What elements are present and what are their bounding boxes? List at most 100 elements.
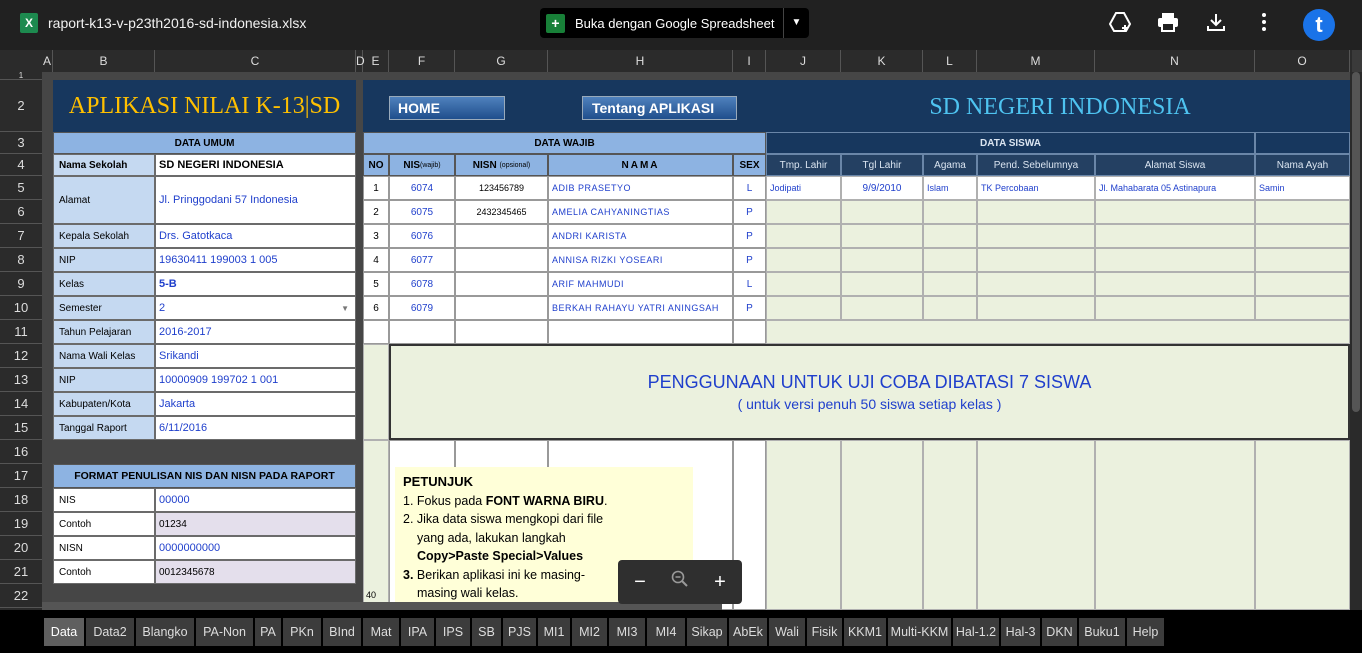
about-app-button[interactable]: Tentang APLIKASI <box>582 96 737 120</box>
sheet-tab[interactable]: DKN <box>1042 618 1077 646</box>
student-sex-cell[interactable]: P <box>733 224 766 248</box>
student-no-cell[interactable]: 2 <box>363 200 389 224</box>
sheet-tab[interactable]: AbEk <box>729 618 767 646</box>
student-sex-cell[interactable]: P <box>733 296 766 320</box>
row-header[interactable]: 11 <box>0 320 42 344</box>
col-header[interactable]: G <box>455 50 548 72</box>
school-name-value[interactable]: SD NEGERI INDONESIA <box>155 154 356 176</box>
student-agama-cell[interactable] <box>923 296 977 320</box>
student-pend-cell[interactable] <box>977 296 1095 320</box>
home-button[interactable]: HOME <box>389 96 505 120</box>
sheet-tab[interactable]: Mat <box>363 618 399 646</box>
row-header[interactable]: 5 <box>0 176 42 200</box>
homeroom-teacher-value[interactable]: Srikandi <box>155 344 356 368</box>
empty-cell[interactable] <box>363 320 389 344</box>
empty-cell[interactable] <box>733 320 766 344</box>
student-tgl-cell[interactable] <box>841 248 923 272</box>
sheet-tab[interactable]: MI3 <box>609 618 645 646</box>
row-header[interactable]: 3 <box>0 132 42 154</box>
address-value[interactable]: Jl. Pringgodani 57 Indonesia <box>155 176 356 224</box>
student-agama-cell[interactable] <box>923 248 977 272</box>
col-header[interactable]: D <box>356 50 365 72</box>
student-nis-cell[interactable]: 6078 <box>389 272 455 296</box>
col-header[interactable]: A <box>42 50 53 72</box>
student-sex-cell[interactable]: P <box>733 200 766 224</box>
student-nama-cell[interactable]: ANDRI KARISTA <box>548 224 733 248</box>
row-header[interactable]: 4 <box>0 154 42 176</box>
student-pend-cell[interactable]: TK Percobaan <box>977 176 1095 200</box>
principal-nip-value[interactable]: 19630411 199003 1 005 <box>155 248 356 272</box>
zoom-reset-icon[interactable] <box>668 570 692 594</box>
student-ayah-cell[interactable] <box>1255 224 1350 248</box>
sheet-tab[interactable]: Wali <box>769 618 805 646</box>
row-header[interactable]: 13 <box>0 368 42 392</box>
empty-green-row[interactable] <box>766 320 1350 344</box>
student-no-cell[interactable]: 4 <box>363 248 389 272</box>
student-alamat-cell[interactable] <box>1095 224 1255 248</box>
sheet-tab[interactable]: KKM1 <box>844 618 886 646</box>
student-tmp-cell[interactable] <box>766 272 841 296</box>
vertical-scrollbar[interactable] <box>1350 72 1362 610</box>
semester-select[interactable]: 2 ▼ <box>155 296 356 320</box>
student-alamat-cell[interactable]: Jl. Mahabarata 05 Astinapura <box>1095 176 1255 200</box>
student-nama-cell[interactable]: ADIB PRASETYO <box>548 176 733 200</box>
student-nis-cell[interactable]: 6074 <box>389 176 455 200</box>
student-tmp-cell[interactable] <box>766 296 841 320</box>
student-pend-cell[interactable] <box>977 272 1095 296</box>
row-header[interactable]: 8 <box>0 248 42 272</box>
student-pend-cell[interactable] <box>977 224 1095 248</box>
sheet-tab[interactable]: Buku1 <box>1079 618 1125 646</box>
student-nisn-cell[interactable] <box>455 296 548 320</box>
scrollbar-thumb[interactable] <box>1352 72 1360 412</box>
row-header[interactable]: 6 <box>0 200 42 224</box>
city-value[interactable]: Jakarta <box>155 392 356 416</box>
student-nisn-cell[interactable] <box>455 248 548 272</box>
sheet-tab[interactable]: SB <box>472 618 501 646</box>
empty-col[interactable] <box>1095 440 1255 610</box>
student-tgl-cell[interactable] <box>841 296 923 320</box>
row-header[interactable]: 18 <box>0 488 42 512</box>
download-icon[interactable] <box>1204 12 1228 36</box>
student-nis-cell[interactable]: 6075 <box>389 200 455 224</box>
student-sex-cell[interactable]: P <box>733 248 766 272</box>
sheet-tab[interactable]: MI2 <box>572 618 607 646</box>
zoom-out-button[interactable]: − <box>628 570 652 594</box>
teacher-nip-value[interactable]: 10000909 199702 1 001 <box>155 368 356 392</box>
sheet-tab[interactable]: Help <box>1127 618 1164 646</box>
row-header[interactable]: 20 <box>0 536 42 560</box>
empty-cell[interactable] <box>548 320 733 344</box>
student-ayah-cell[interactable] <box>1255 200 1350 224</box>
principal-value[interactable]: Drs. Gatotkaca <box>155 224 356 248</box>
col-header[interactable]: E <box>363 50 389 72</box>
row-header[interactable]: 10 <box>0 296 42 320</box>
student-nama-cell[interactable]: BERKAH RAHAYU YATRI ANINGSAH <box>548 296 733 320</box>
row-header[interactable]: 19 <box>0 512 42 536</box>
student-tgl-cell[interactable] <box>841 224 923 248</box>
sheet-tab[interactable]: PKn <box>283 618 321 646</box>
col-header[interactable]: H <box>548 50 733 72</box>
empty-cell[interactable] <box>455 320 548 344</box>
row-header[interactable]: 2 <box>0 80 42 132</box>
sheet-tab[interactable]: Hal-3 <box>1001 618 1040 646</box>
sheet-tab[interactable]: PA <box>255 618 281 646</box>
nis-format-value[interactable]: 00000 <box>155 488 356 512</box>
student-nis-cell[interactable]: 6079 <box>389 296 455 320</box>
student-nama-cell[interactable]: ANNISA RIZKI YOSEARI <box>548 248 733 272</box>
student-agama-cell[interactable] <box>923 224 977 248</box>
open-with-sheets-button[interactable]: + Buka dengan Google Spreadsheet <box>540 8 783 38</box>
student-nama-cell[interactable]: ARIF MAHMUDI <box>548 272 733 296</box>
row-header[interactable]: 12 <box>0 344 42 368</box>
student-nisn-cell[interactable]: 123456789 <box>455 176 548 200</box>
col-header[interactable]: C <box>155 50 356 72</box>
student-nis-cell[interactable]: 6077 <box>389 248 455 272</box>
add-to-drive-icon[interactable] <box>1108 12 1132 36</box>
empty-col[interactable] <box>766 440 841 610</box>
sheet-tab[interactable]: Fisik <box>807 618 842 646</box>
empty-cell[interactable] <box>389 320 455 344</box>
student-pend-cell[interactable] <box>977 248 1095 272</box>
student-alamat-cell[interactable] <box>1095 296 1255 320</box>
report-date-value[interactable]: 6/11/2016 <box>155 416 356 440</box>
row-header[interactable]: 15 <box>0 416 42 440</box>
student-alamat-cell[interactable] <box>1095 272 1255 296</box>
sheet-tab[interactable]: IPS <box>436 618 470 646</box>
